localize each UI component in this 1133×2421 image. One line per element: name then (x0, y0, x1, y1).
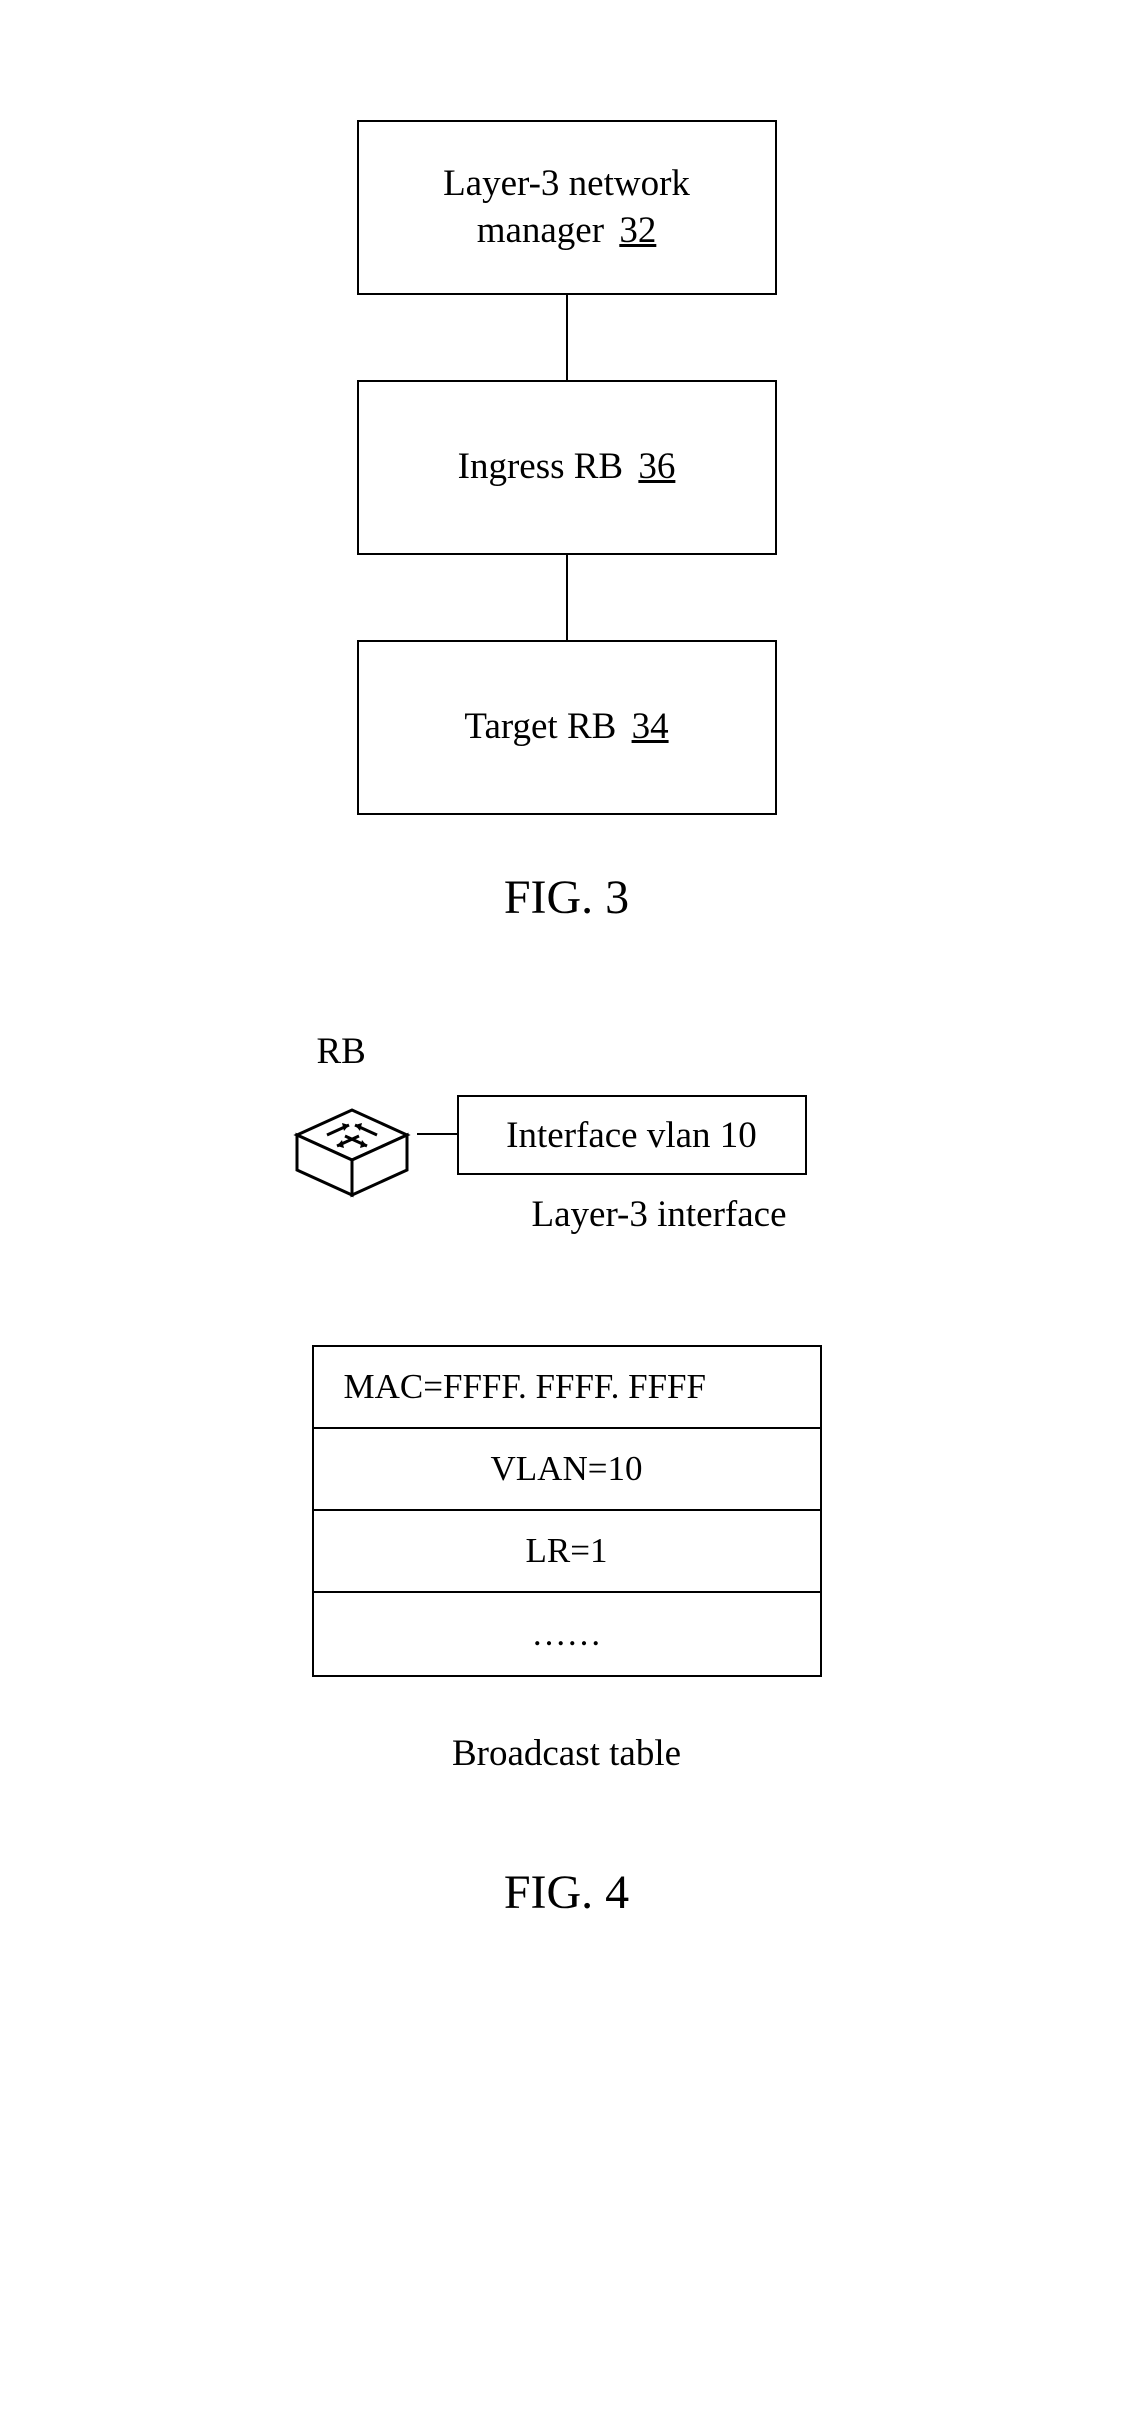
fig3-connector-2 (566, 555, 568, 640)
fig3-node-manager-label: Layer-3 network manager 32 (443, 161, 690, 254)
fig3-caption: FIG. 3 (504, 870, 629, 925)
fig3-node-ingress-label: Ingress RB 36 (458, 444, 676, 490)
fig4-bt-row-mac: MAC=FFFF. FFFF. FFFF (314, 1347, 820, 1429)
fig3-node-manager: Layer-3 network manager 32 (357, 120, 777, 295)
fig3-node-target-label: Target RB 34 (464, 704, 668, 750)
fig3-node-target: Target RB 34 (357, 640, 777, 815)
fig4-rb-row: RB (257, 1065, 877, 1225)
fig3-node-target-ref: 34 (632, 706, 669, 747)
fig3-connector-1 (566, 295, 568, 380)
figure-3: Layer-3 network manager 32 Ingress RB 36… (0, 120, 1133, 925)
fig4-interface-label: Interface vlan 10 (506, 1114, 757, 1157)
figure-4: RB (0, 1065, 1133, 1920)
fig3-node-ingress-ref: 36 (638, 446, 675, 487)
fig4-rb-label: RB (317, 1030, 366, 1073)
fig4-interface-box: Interface vlan 10 (457, 1095, 807, 1175)
fig4-bt-row-more: …… (314, 1593, 820, 1675)
switch-icon (287, 1100, 417, 1200)
fig3-node-ingress-text: Ingress RB (458, 446, 623, 487)
page: Layer-3 network manager 32 Ingress RB 36… (0, 0, 1133, 2421)
fig4-broadcast-table: MAC=FFFF. FFFF. FFFF VLAN=10 LR=1 …… (312, 1345, 822, 1677)
fig4-caption: FIG. 4 (504, 1865, 629, 1920)
fig4-bt-row-lr: LR=1 (314, 1511, 820, 1593)
fig3-node-target-text: Target RB (464, 706, 616, 747)
fig4-interface-connector (417, 1133, 457, 1135)
fig3-node-manager-ref: 32 (619, 210, 656, 251)
fig4-broadcast-caption: Broadcast table (452, 1732, 681, 1775)
fig3-node-ingress: Ingress RB 36 (357, 380, 777, 555)
fig4-interface-note: Layer-3 interface (532, 1193, 787, 1236)
fig4-bt-row-vlan: VLAN=10 (314, 1429, 820, 1511)
